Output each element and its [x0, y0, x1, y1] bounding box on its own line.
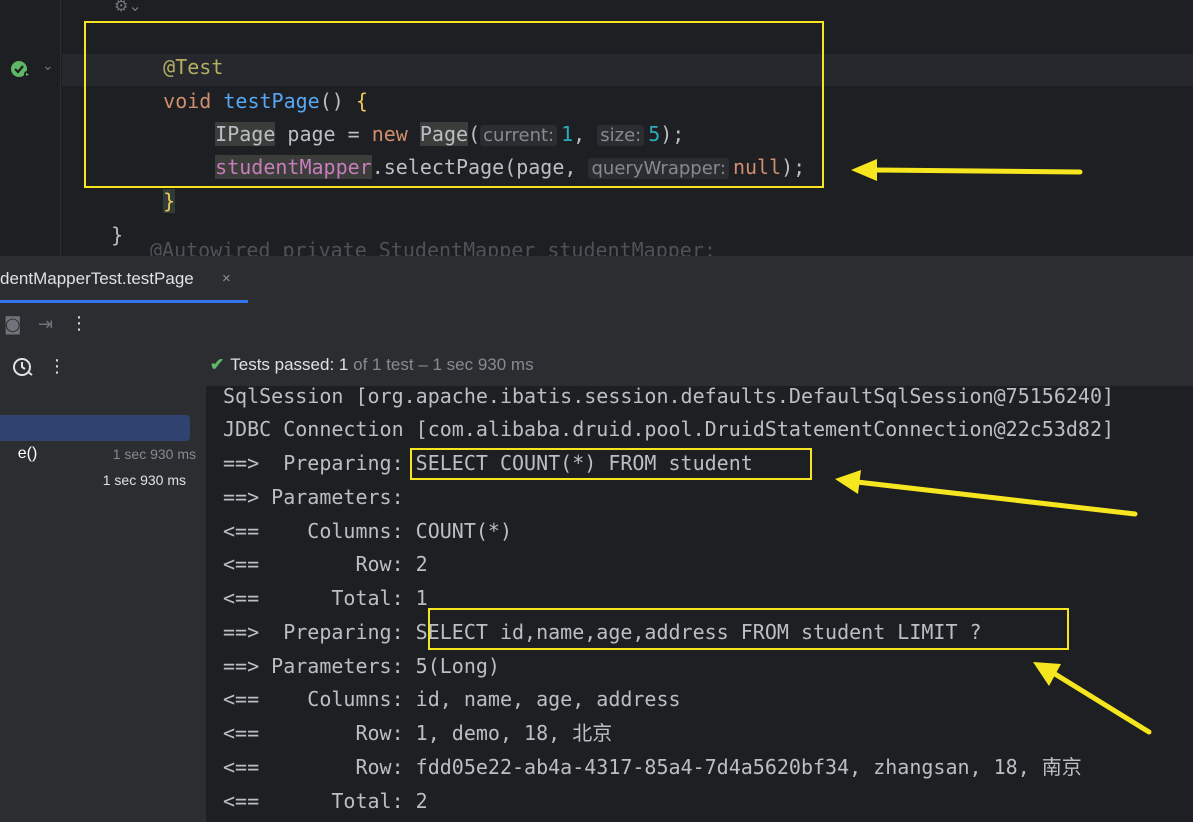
tab-active-indicator — [0, 300, 248, 303]
highlight-box-count-query — [410, 448, 812, 480]
console-line: <== Total: 1 — [223, 586, 428, 610]
console-line: <== Row: 2 — [223, 552, 428, 576]
tab-label: dentMapperTest.testPage — [0, 269, 194, 288]
close-icon[interactable]: × — [222, 256, 231, 302]
more-options-icon[interactable]: ⋮ — [70, 313, 88, 334]
arrow-annotation-code — [851, 159, 1083, 181]
close-brace-class: } — [111, 223, 124, 247]
console-line: <== Columns: COUNT(*) — [223, 519, 512, 543]
console-line: <== Row: 1, demo, 18, 北京 — [223, 721, 613, 745]
console-line: <== Row: fdd05e22-ab4a-4317-85a4-7d4a562… — [223, 755, 1082, 779]
gutter-divider — [60, 0, 61, 256]
console-line: <== Columns: id, name, age, address — [223, 687, 681, 711]
export-icon[interactable]: ⇥ — [38, 314, 53, 335]
code-editor[interactable]: ⌄ ⚙⌄ @Test void testPage() { IPage page … — [0, 0, 1193, 256]
run-tab-bar: dentMapperTest.testPage × — [0, 256, 1193, 305]
tree-item-label: e() — [17, 445, 38, 462]
tree-item-class[interactable]: apperTest (c 1 sec 930 ms — [0, 389, 200, 462]
tab-run-test[interactable]: dentMapperTest.testPage × — [0, 256, 248, 303]
console-line: SqlSession [org.apache.ibatis.session.de… — [223, 386, 1115, 408]
run-toolbar: ◙ ⇥ ⋮ — [0, 304, 1193, 346]
arrow-annotation-limit — [1033, 662, 1152, 735]
test-status: ✔ Tests passed: 1 of 1 test – 1 sec 930 m… — [210, 355, 534, 375]
close-brace-method: } — [163, 189, 176, 213]
status-passed: Tests passed: — [230, 355, 339, 374]
tree-item-time: 1 sec 930 ms — [112, 446, 196, 462]
console-line: JDBC Connection [com.alibaba.druid.pool.… — [223, 417, 1115, 441]
code-line-close-class: } — [63, 190, 123, 247]
console-output[interactable]: SqlSession [org.apache.ibatis.session.de… — [207, 386, 1193, 822]
console-line: <== Total: 2 — [223, 789, 428, 813]
check-icon: ✔ — [210, 355, 225, 374]
tree-item-time: 1 sec 930 ms — [102, 472, 186, 488]
arrow-annotation-count — [835, 470, 1138, 517]
status-detail: of 1 test – 1 sec 930 ms — [348, 355, 534, 374]
highlight-box-code — [84, 21, 824, 188]
test-toolbar: ⋮ — [0, 346, 1193, 386]
console-line: ==> Parameters: 5(Long) — [223, 654, 500, 678]
status-count: 1 — [338, 355, 349, 374]
run-test-icon[interactable] — [8, 58, 32, 80]
highlight-box-select-query — [428, 608, 1069, 650]
faded-code-text: @Autowired private StudentMapper student… — [150, 238, 728, 256]
test-tree: apperTest (c 1 sec 930 ms e() 1 sec 930 … — [0, 386, 207, 822]
inlay-icon: ⚙⌄ — [114, 0, 142, 15]
camera-icon[interactable]: ◙ — [4, 314, 21, 335]
console-line: ==> Parameters: — [223, 485, 416, 509]
chevron-down-icon[interactable]: ⌄ — [42, 58, 54, 74]
tree-item-method[interactable]: e() 1 sec 930 ms — [0, 415, 190, 488]
more-options-icon-2[interactable]: ⋮ — [48, 356, 66, 377]
clock-icon[interactable] — [12, 357, 34, 379]
